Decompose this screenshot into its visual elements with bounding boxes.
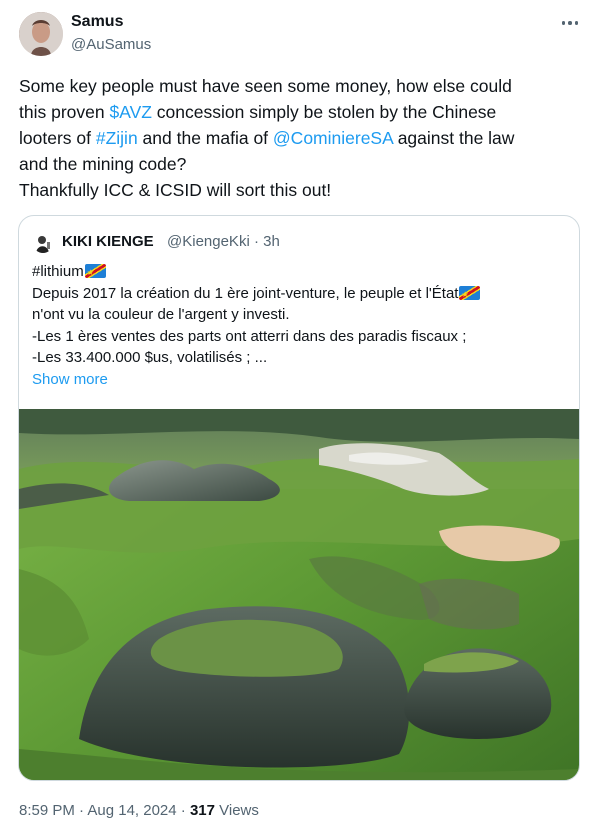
mention-cominiere-link[interactable]: @CominiereSA — [273, 128, 393, 148]
tweet-text-segment: this proven — [19, 102, 110, 122]
hashtag-zijin-link[interactable]: #Zijin — [96, 128, 138, 148]
tweet-line-5: Thankfully ICC & ICSID will sort this ou… — [19, 180, 332, 200]
views-count: 317 — [189, 802, 215, 819]
tweet-footer: 8:59 PM · Aug 14, 2024 · 317 Views — [19, 802, 259, 819]
drc-flag-icon — [84, 264, 106, 278]
quoted-media-photo[interactable] — [19, 409, 579, 780]
cashtag-avz-link[interactable]: $AVZ — [109, 102, 151, 122]
views-label: Views — [214, 802, 259, 819]
tweet-line-4: and the mining code? — [19, 154, 187, 174]
author-display-name[interactable]: Samus — [71, 13, 123, 31]
quoted-line-2: Depuis 2017 la création du 1 ère joint-v… — [32, 283, 562, 305]
quoted-tweet-card[interactable]: KIKI KIENGE @KiengeKki · 3h #lithium Dep… — [18, 215, 580, 781]
quoted-author-meta[interactable]: @KiengeKki · 3h — [167, 233, 280, 250]
author-avatar[interactable] — [19, 12, 63, 56]
author-handle[interactable]: @AuSamus — [71, 36, 151, 53]
quoted-tweet-text: #lithium Depuis 2017 la création du 1 èr… — [32, 261, 562, 390]
tweet-text-segment: and the mafia of — [137, 128, 273, 148]
aerial-mining-landscape-image — [19, 409, 579, 780]
avatar-image — [19, 12, 63, 56]
quoted-text-segment: Depuis 2017 la création du 1 ère joint-v… — [32, 284, 459, 302]
tweet-text-segment: concession simply be stolen by the Chine… — [151, 102, 497, 122]
tweet-line-3: looters of #Zijin and the mafia of @Comi… — [19, 125, 579, 151]
quoted-line-1: #lithium — [32, 261, 562, 283]
quoted-hashtag-lithium[interactable]: #lithium — [32, 263, 84, 280]
tweet-line-1: Some key people must have seen some mone… — [19, 76, 512, 96]
quoted-line-3: n'ont vu la couleur de l'argent y invest… — [32, 306, 290, 323]
more-options-icon[interactable] — [559, 13, 581, 33]
quoted-author-name[interactable]: KIKI KIENGE — [62, 233, 154, 250]
tweet-text: Some key people must have seen some mone… — [19, 73, 579, 203]
drc-flag-icon — [459, 285, 481, 300]
quoted-author-avatar[interactable] — [33, 233, 53, 253]
quoted-avatar-image — [33, 233, 53, 253]
tweet-text-segment: looters of — [19, 128, 96, 148]
show-more-link[interactable]: Show more — [32, 369, 562, 391]
tweet-line-2: this proven $AVZ concession simply be st… — [19, 99, 579, 125]
quoted-line-5: -Les 33.400.000 $us, volatilisés ; ... — [32, 349, 268, 366]
quoted-line-4: -Les 1 ères ventes des parts ont atterri… — [32, 327, 467, 345]
timestamp[interactable]: 8:59 PM · Aug 14, 2024 · — [19, 802, 190, 819]
tweet-text-segment: against the law — [392, 128, 515, 148]
